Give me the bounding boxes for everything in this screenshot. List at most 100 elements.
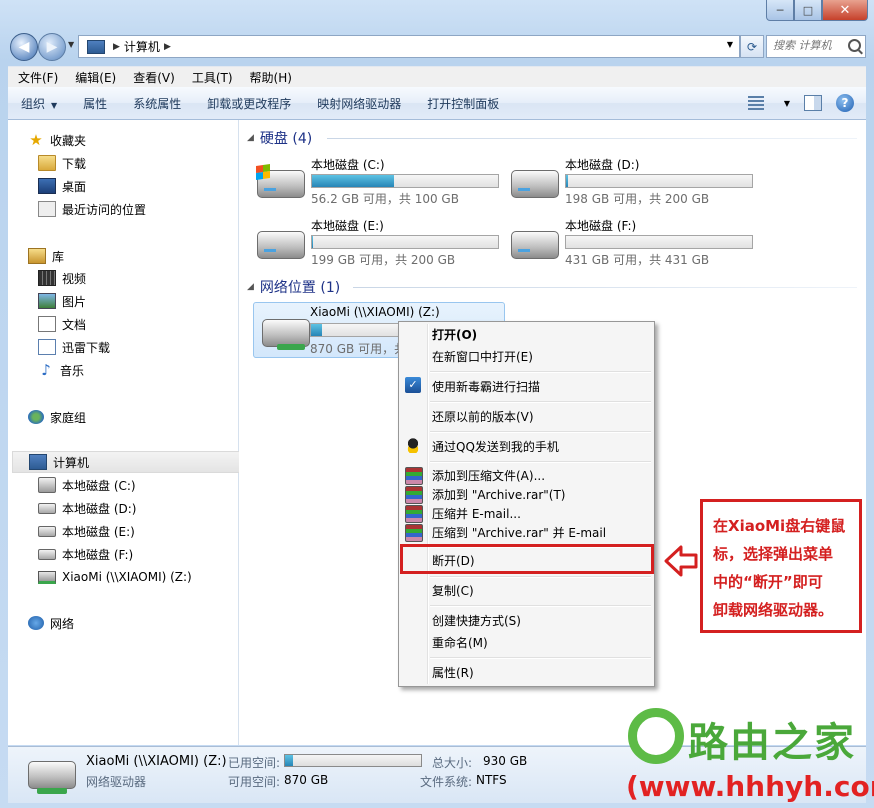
nav-drive-c[interactable]: 本地磁盘 (C:)	[38, 475, 136, 495]
nav-videos[interactable]: 视频	[38, 268, 86, 288]
address-dropdown-icon[interactable]: ▼	[727, 40, 733, 49]
forward-arrow-icon: ▶	[46, 39, 58, 55]
details-fs-value: NTFS	[476, 773, 507, 787]
computer-icon	[29, 454, 47, 470]
group-network-locations[interactable]: ◢ 网络位置 (1)	[247, 277, 340, 297]
hard-drive-icon	[38, 548, 56, 560]
address-row: ◀ ▶ ▼ ▶ 计算机 ▶ ▼ ⟳	[8, 32, 866, 61]
callout-line: 中的“断开”即可	[713, 573, 823, 591]
nav-label: 收藏夹	[50, 133, 87, 148]
uninstall-program-button[interactable]: 卸载或更改程序	[194, 95, 304, 112]
menu-view[interactable]: 查看(V)	[123, 69, 182, 86]
properties-button[interactable]: 属性	[70, 95, 120, 112]
drive-tile-e[interactable]: 本地磁盘 (E:) 199 GB 可用，共 200 GB	[249, 217, 499, 269]
nav-libraries[interactable]: 库	[28, 246, 64, 266]
breadcrumb-chevron-icon[interactable]: ▶	[164, 42, 171, 52]
nav-xunlei-downloads[interactable]: 迅雷下载	[38, 337, 110, 357]
open-control-panel-button[interactable]: 打开控制面板	[414, 95, 512, 112]
nav-drive-d[interactable]: 本地磁盘 (D:)	[38, 498, 136, 518]
nav-recent-places[interactable]: 最近访问的位置	[38, 199, 146, 219]
download-folder-icon	[38, 339, 56, 355]
details-drive-type: 网络驱动器	[86, 775, 147, 789]
hard-drive-icon	[511, 170, 559, 198]
change-view-icon[interactable]	[747, 96, 764, 110]
menu-create-shortcut[interactable]: 创建快捷方式(S)	[432, 611, 521, 629]
desktop-icon	[38, 178, 56, 194]
menu-compress-email[interactable]: 压缩并 E-mail...	[432, 504, 521, 522]
menu-separator	[430, 605, 651, 607]
menu-scan[interactable]: 使用新毒霸进行扫描	[432, 377, 540, 395]
drive-tile-f[interactable]: 本地磁盘 (F:) 431 GB 可用，共 431 GB	[503, 217, 753, 269]
menu-file[interactable]: 文件(F)	[8, 69, 65, 86]
preview-pane-icon[interactable]	[804, 95, 822, 111]
menu-properties[interactable]: 属性(R)	[432, 663, 474, 681]
nav-desktop[interactable]: 桌面	[38, 176, 86, 196]
drive-usage-fill	[312, 236, 313, 248]
close-button[interactable]: ✕	[822, 0, 868, 21]
map-network-drive-button[interactable]: 映射网络驱动器	[304, 95, 414, 112]
refresh-button[interactable]: ⟳	[740, 35, 764, 58]
menu-open-new-window[interactable]: 在新窗口中打开(E)	[432, 347, 533, 365]
menu-add-to-rar[interactable]: 添加到 "Archive.rar"(T)	[432, 485, 565, 503]
menu-qq-send[interactable]: 通过QQ发送到我的手机	[432, 437, 559, 455]
menu-copy[interactable]: 复制(C)	[432, 581, 474, 599]
nav-computer[interactable]: 计算机	[12, 451, 256, 473]
winrar-icon	[405, 486, 423, 504]
nav-network-drive-z[interactable]: XiaoMi (\\XIAOMI) (Z:)	[38, 567, 192, 587]
command-bar-right: ▼ ?	[747, 94, 854, 112]
system-properties-button[interactable]: 系统属性	[120, 95, 194, 112]
menu-edit[interactable]: 编辑(E)	[65, 69, 123, 86]
nav-downloads[interactable]: 下载	[38, 153, 86, 173]
nav-network[interactable]: 网络	[28, 613, 74, 633]
search-icon[interactable]	[848, 39, 861, 52]
group-divider	[327, 138, 857, 139]
nav-documents[interactable]: 文档	[38, 314, 86, 334]
library-icon	[28, 248, 46, 264]
nav-drive-f[interactable]: 本地磁盘 (F:)	[38, 544, 133, 564]
watermark-url: (www.hhhyh.com)	[626, 770, 874, 803]
command-bar: 组织 ▼ 属性 系统属性 卸载或更改程序 映射网络驱动器 打开控制面板 ▼ ?	[8, 87, 866, 120]
nav-label: 本地磁盘 (D:)	[62, 501, 137, 516]
back-button[interactable]: ◀	[10, 33, 38, 61]
organize-button[interactable]: 组织 ▼	[8, 95, 70, 112]
nav-homegroup[interactable]: 家庭组	[28, 407, 86, 427]
nav-drive-e[interactable]: 本地磁盘 (E:)	[38, 521, 135, 541]
back-arrow-icon: ◀	[18, 39, 30, 55]
address-bar[interactable]: ▶ 计算机 ▶ ▼	[78, 35, 740, 58]
nav-music[interactable]: ♪ 音乐	[38, 360, 84, 380]
group-label: 硬盘 (4)	[259, 131, 313, 147]
disconnect-highlight-box	[400, 544, 654, 574]
menu-restore-previous[interactable]: 还原以前的版本(V)	[432, 407, 534, 425]
menu-rename[interactable]: 重命名(M)	[432, 633, 488, 651]
nav-label: 计算机	[53, 455, 90, 470]
recent-pages-dropdown-icon[interactable]: ▼	[68, 40, 74, 49]
details-usage-fill	[285, 755, 294, 766]
nav-pictures[interactable]: 图片	[38, 291, 86, 311]
maximize-button[interactable]: □	[794, 0, 822, 21]
menu-tools[interactable]: 工具(T)	[182, 69, 240, 86]
forward-button[interactable]: ▶	[38, 33, 66, 61]
collapse-arrow-icon: ◢	[247, 133, 254, 143]
minimize-button[interactable]: ─	[766, 0, 794, 21]
menu-compress-rar-email[interactable]: 压缩到 "Archive.rar" 并 E-mail	[432, 523, 606, 541]
breadcrumb-chevron-icon[interactable]: ▶	[113, 42, 120, 52]
drive-tile-d[interactable]: 本地磁盘 (D:) 198 GB 可用，共 200 GB	[503, 156, 753, 208]
view-dropdown-icon[interactable]: ▼	[784, 99, 790, 108]
drive-name: 本地磁盘 (F:)	[565, 219, 637, 233]
drive-usage-fill	[566, 175, 568, 187]
drive-tile-c[interactable]: 本地磁盘 (C:) 56.2 GB 可用，共 100 GB	[249, 156, 499, 208]
menu-bar: 文件(F) 编辑(E) 查看(V) 工具(T) 帮助(H)	[8, 66, 866, 87]
menu-help[interactable]: 帮助(H)	[240, 69, 299, 86]
breadcrumb-computer[interactable]: 计算机	[124, 38, 160, 55]
search-input[interactable]	[767, 36, 845, 55]
menu-add-archive[interactable]: 添加到压缩文件(A)...	[432, 466, 545, 484]
group-hard-disks[interactable]: ◢ 硬盘 (4)	[247, 128, 312, 148]
network-drive-icon	[38, 570, 56, 584]
menu-separator	[430, 431, 651, 433]
drive-usage-bar	[565, 235, 753, 249]
menu-open[interactable]: 打开(O)	[432, 325, 477, 343]
system-drive-icon	[256, 164, 305, 198]
details-drive-name: XiaoMi (\\XIAOMI) (Z:)	[86, 754, 227, 769]
nav-favorites[interactable]: ★ 收藏夹	[28, 130, 86, 150]
help-icon[interactable]: ?	[836, 94, 854, 112]
